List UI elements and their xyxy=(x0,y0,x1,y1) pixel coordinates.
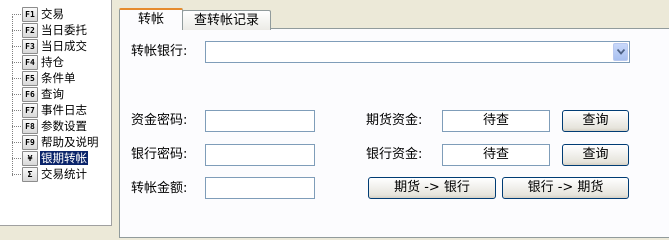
query-futures-funds-button[interactable]: 查询 xyxy=(562,110,629,132)
tree-item-label: 当日成交 xyxy=(41,39,87,53)
amount-input[interactable] xyxy=(205,177,315,199)
f2-key-icon: F2 xyxy=(22,22,38,38)
tree-item-query[interactable]: F6 查询 xyxy=(12,86,112,102)
tree-item-trade[interactable]: F1 交易 xyxy=(12,6,112,22)
fund-password-input[interactable] xyxy=(205,110,315,132)
f8-key-icon: F8 xyxy=(22,118,38,134)
bank-label: 转帐银行: xyxy=(131,44,188,59)
tree-item-bank-futures-transfer[interactable]: ¥ 银期转帐 xyxy=(12,150,112,166)
f5-key-icon: F5 xyxy=(22,70,38,86)
tree-item-label: 银期转帐 xyxy=(40,151,88,165)
fund-password-label: 资金密码: xyxy=(131,113,188,128)
futures-funds-value: 待查 xyxy=(442,110,550,132)
function-tree: F1 交易 F2 当日委托 F3 当日成交 F4 持仓 F5 条件单 F6 查询… xyxy=(0,0,112,226)
tab-transfer[interactable]: 转帐 xyxy=(119,8,183,30)
tree-item-label: 帮助及说明 xyxy=(41,135,99,149)
tree-item-conditional-orders[interactable]: F5 条件单 xyxy=(12,70,112,86)
tree-item-label: 持仓 xyxy=(41,55,64,69)
bank-funds-value: 待查 xyxy=(442,144,550,166)
f7-key-icon: F7 xyxy=(22,102,38,118)
yen-icon: ¥ xyxy=(22,150,38,166)
bank-select[interactable] xyxy=(205,41,630,63)
chevron-down-icon[interactable] xyxy=(613,43,628,61)
futures-to-bank-button[interactable]: 期货 -> 银行 xyxy=(368,177,496,199)
bank-to-futures-button[interactable]: 银行 -> 期货 xyxy=(502,177,629,199)
tree-item-daily-orders[interactable]: F2 当日委托 xyxy=(12,22,112,38)
tree-item-label: 参数设置 xyxy=(41,119,87,133)
f4-key-icon: F4 xyxy=(22,54,38,70)
futures-funds-label: 期货资金: xyxy=(366,113,423,128)
bank-funds-label: 银行资金: xyxy=(366,147,423,162)
f6-key-icon: F6 xyxy=(22,86,38,102)
tree-item-label: 当日委托 xyxy=(41,23,87,37)
f1-key-icon: F1 xyxy=(22,6,38,22)
bank-password-label: 银行密码: xyxy=(131,147,188,162)
tree-item-settings[interactable]: F8 参数设置 xyxy=(12,118,112,134)
tree-item-label: 事件日志 xyxy=(41,103,87,117)
tree-item-event-log[interactable]: F7 事件日志 xyxy=(12,102,112,118)
tree-item-daily-fills[interactable]: F3 当日成交 xyxy=(12,38,112,54)
query-bank-funds-button[interactable]: 查询 xyxy=(562,144,629,166)
tree-item-help[interactable]: F9 帮助及说明 xyxy=(12,134,112,150)
f9-key-icon: F9 xyxy=(22,134,38,150)
tree-item-trade-statistics[interactable]: Σ 交易统计 xyxy=(12,166,112,182)
tree-item-label: 交易 xyxy=(41,7,64,21)
tree-item-label: 条件单 xyxy=(41,71,76,85)
amount-label: 转帐金额: xyxy=(131,181,188,196)
sigma-icon: Σ xyxy=(22,166,38,182)
bank-password-input[interactable] xyxy=(205,144,315,166)
tree-item-label: 查询 xyxy=(41,87,64,101)
tree-item-label: 交易统计 xyxy=(41,167,87,181)
f3-key-icon: F3 xyxy=(22,38,38,54)
tab-transfer-records[interactable]: 查转帐记录 xyxy=(182,10,271,30)
tree-item-positions[interactable]: F4 持仓 xyxy=(12,54,112,70)
